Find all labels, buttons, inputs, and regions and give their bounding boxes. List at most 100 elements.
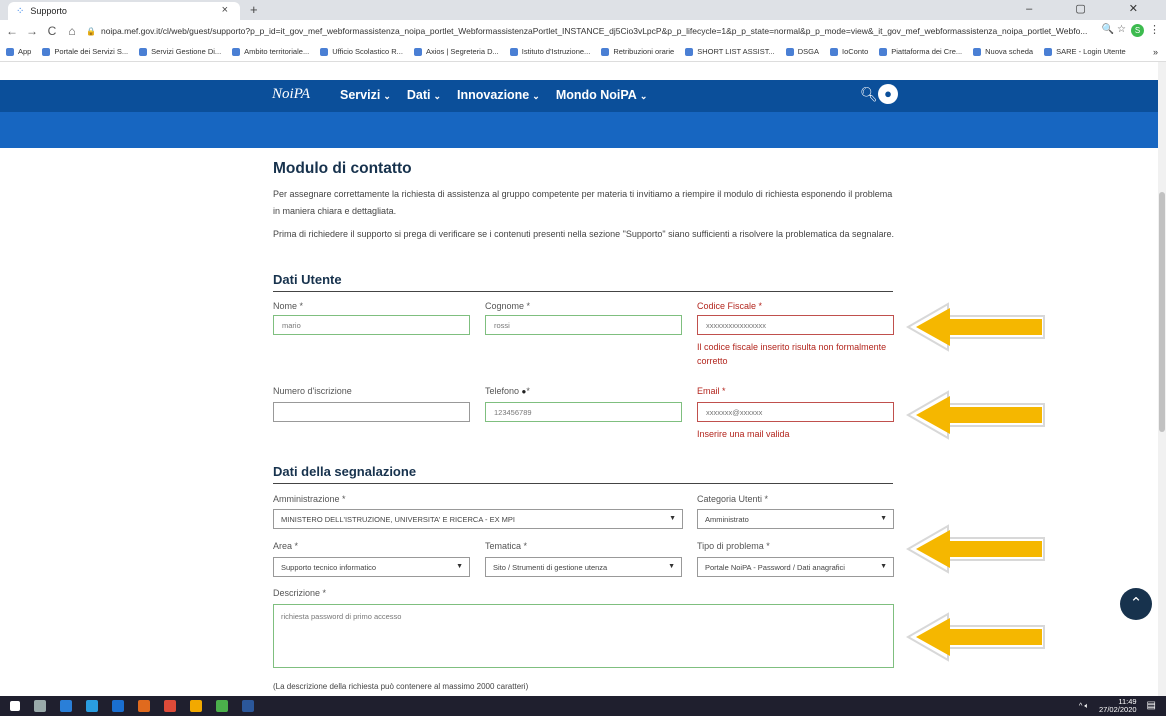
email-input[interactable]: xxxxxxx@xxxxxx: [697, 402, 894, 422]
area-select[interactable]: Supporto tecnico informatico ▼: [273, 557, 470, 577]
annotation-arrow-icon: [906, 390, 1045, 440]
dropdown-caret-icon: ▼: [669, 515, 676, 522]
chrome-icon[interactable]: [164, 700, 176, 712]
bookmark-item[interactable]: Portale dei Servizi S...: [42, 47, 128, 56]
site-header: NoiPA Servizi ⌄ Dati ⌄ Innovazione ⌄ Mondo …: [0, 80, 1158, 112]
nome-label: Nome *: [273, 301, 304, 311]
window-controls[interactable]: – ▢ ✕: [1026, 2, 1158, 15]
bookmark-item[interactable]: Nuova scheda: [973, 47, 1033, 56]
notifications-icon[interactable]: ▤: [1147, 701, 1156, 711]
bookmark-favicon-icon: [973, 47, 982, 56]
bookmark-item[interactable]: Retribuzioni orarie: [601, 47, 674, 56]
section-title-report: Dati della segnalazione: [273, 464, 417, 479]
bookmark-favicon-icon: [6, 47, 14, 56]
email-error: Inserire una mail valida: [697, 429, 790, 439]
lock-icon: 🔒: [86, 26, 96, 36]
iscrizione-input[interactable]: [273, 402, 470, 422]
descrizione-textarea[interactable]: richiesta password di primo accesso: [273, 604, 894, 668]
page-scrollbar[interactable]: [1158, 62, 1166, 696]
forward-icon[interactable]: →: [24, 24, 40, 38]
tematica-select[interactable]: Sito / Strumenti di gestione utenza ▼: [485, 557, 682, 577]
url-bar[interactable]: 🔒 noipa.mef.gov.it/cl/web/guest/supporto…: [86, 22, 1106, 40]
dropdown-caret-icon: ▼: [880, 515, 887, 522]
bookmark-favicon-icon: [509, 47, 518, 56]
bookmark-favicon-icon: [232, 47, 241, 56]
home-icon[interactable]: ⌂: [64, 24, 80, 38]
categoria-select[interactable]: Amministrato ▼: [697, 509, 894, 529]
profile-avatar[interactable]: S: [1131, 24, 1144, 37]
bookmark-item[interactable]: SHORT LIST ASSIST...: [685, 47, 775, 56]
dropdown-caret-icon: ▼: [668, 563, 675, 570]
bookmark-item[interactable]: Piattaforma dei Cre...: [879, 47, 962, 56]
telefono-input[interactable]: 123456789: [485, 402, 682, 422]
bookmark-item[interactable]: Ambito territoriale...: [232, 47, 309, 56]
cognome-label: Cognome *: [485, 301, 531, 311]
file-explorer-icon[interactable]: [86, 700, 98, 712]
zoom-star-icons[interactable]: 🔍 ☆: [1102, 24, 1126, 35]
dropdown-caret-icon: ▼: [880, 563, 887, 570]
site-logo[interactable]: NoiPA: [272, 86, 310, 103]
bookmark-item[interactable]: IoConto: [829, 47, 868, 56]
menu-item-dati[interactable]: Dati ⌄: [407, 88, 441, 102]
categoria-label: Categoria Utenti *: [697, 494, 769, 504]
email-label: Email *: [697, 386, 726, 396]
word-icon[interactable]: [242, 700, 254, 712]
codice-fiscale-input[interactable]: xxxxxxxxxxxxxxxx: [697, 315, 894, 335]
app-icon[interactable]: [216, 700, 228, 712]
annotation-arrow-icon: [906, 612, 1045, 662]
system-tray: ^ 🔈︎ 11:49 27/02/2020 ▤: [1079, 698, 1156, 714]
amministrazione-select[interactable]: MINISTERO DELL'ISTRUZIONE, UNIVERSITA' E…: [273, 509, 683, 529]
cognome-input[interactable]: rossi: [485, 315, 682, 335]
menu-item-mondo-noipa[interactable]: Mondo NoiPA ⌄: [556, 88, 648, 102]
browser-menu-icon[interactable]: ⋮: [1149, 23, 1160, 36]
iscrizione-label: Numero d'iscrizione: [273, 386, 352, 396]
bookmark-favicon-icon: [785, 47, 794, 56]
bookmark-item[interactable]: App: [6, 47, 31, 56]
tipo-problema-select[interactable]: Portale NoiPA - Password / Dati anagrafi…: [697, 557, 894, 577]
volume-icon[interactable]: ^ 🔈︎: [1079, 702, 1089, 710]
new-tab-button[interactable]: +: [250, 2, 258, 17]
bookmark-favicon-icon: [829, 47, 838, 56]
nome-input[interactable]: mario: [273, 315, 470, 335]
windows-start-icon[interactable]: [10, 701, 20, 711]
scroll-to-top-button[interactable]: ⌃: [1120, 588, 1152, 620]
windows-taskbar: ^ 🔈︎ 11:49 27/02/2020 ▤: [0, 696, 1166, 716]
web-page: NoiPA Servizi ⌄ Dati ⌄ Innovazione ⌄ Mondo …: [0, 62, 1158, 696]
edge-icon[interactable]: [112, 700, 124, 712]
mail-icon[interactable]: [60, 700, 72, 712]
chevron-down-icon: ⌄: [433, 91, 442, 101]
bookmark-item[interactable]: Istituto d'Istruzione...: [509, 47, 590, 56]
bookmark-favicon-icon: [879, 47, 888, 56]
menu-item-servizi[interactable]: Servizi ⌄: [340, 88, 391, 102]
annotation-arrow-icon: [906, 524, 1045, 574]
reload-icon[interactable]: C: [44, 24, 60, 38]
task-view-icon[interactable]: [34, 700, 46, 712]
codice-fiscale-error: Il codice fiscale inserito risulta non f…: [697, 342, 887, 366]
browser-tab[interactable]: ⁘ Supporto ×: [8, 2, 240, 20]
browser-tab-bar: ⁘ Supporto × + – ▢ ✕: [0, 0, 1166, 20]
dropdown-caret-icon: ▼: [456, 563, 463, 570]
telefono-label: Telefono ●*: [485, 386, 530, 396]
search-icon[interactable]: 🔍︎: [860, 86, 878, 103]
descrizione-label: Descrizione *: [273, 588, 327, 598]
scrollbar-thumb[interactable]: [1159, 192, 1165, 432]
codice-fiscale-label: Codice Fiscale *: [697, 301, 763, 311]
firefox-icon[interactable]: [138, 700, 150, 712]
clock[interactable]: 11:49 27/02/2020: [1099, 698, 1137, 714]
bookmarks-more-button[interactable]: »: [1153, 47, 1158, 57]
amministrazione-label: Amministrazione *: [273, 494, 346, 504]
tab-close-icon[interactable]: ×: [222, 4, 228, 16]
store-icon[interactable]: [190, 700, 202, 712]
bookmark-item[interactable]: SARE - Login Utente: [1044, 47, 1126, 56]
bookmark-item[interactable]: Ufficio Scolastico R...: [320, 47, 403, 56]
bookmark-item[interactable]: Servizi Gestione Di...: [139, 47, 221, 56]
back-icon[interactable]: ←: [4, 24, 20, 38]
section-divider: [273, 483, 893, 484]
bookmark-favicon-icon: [601, 47, 610, 56]
bookmark-item[interactable]: DSGA: [785, 47, 819, 56]
menu-item-innovazione[interactable]: Innovazione ⌄: [457, 88, 540, 102]
user-icon[interactable]: ●: [878, 84, 898, 104]
bookmarks-bar: App Portale dei Servizi S... Servizi Gesti…: [0, 42, 1166, 62]
chevron-down-icon: ⌄: [383, 91, 391, 101]
bookmark-item[interactable]: Axios | Segreteria D...: [413, 47, 499, 56]
